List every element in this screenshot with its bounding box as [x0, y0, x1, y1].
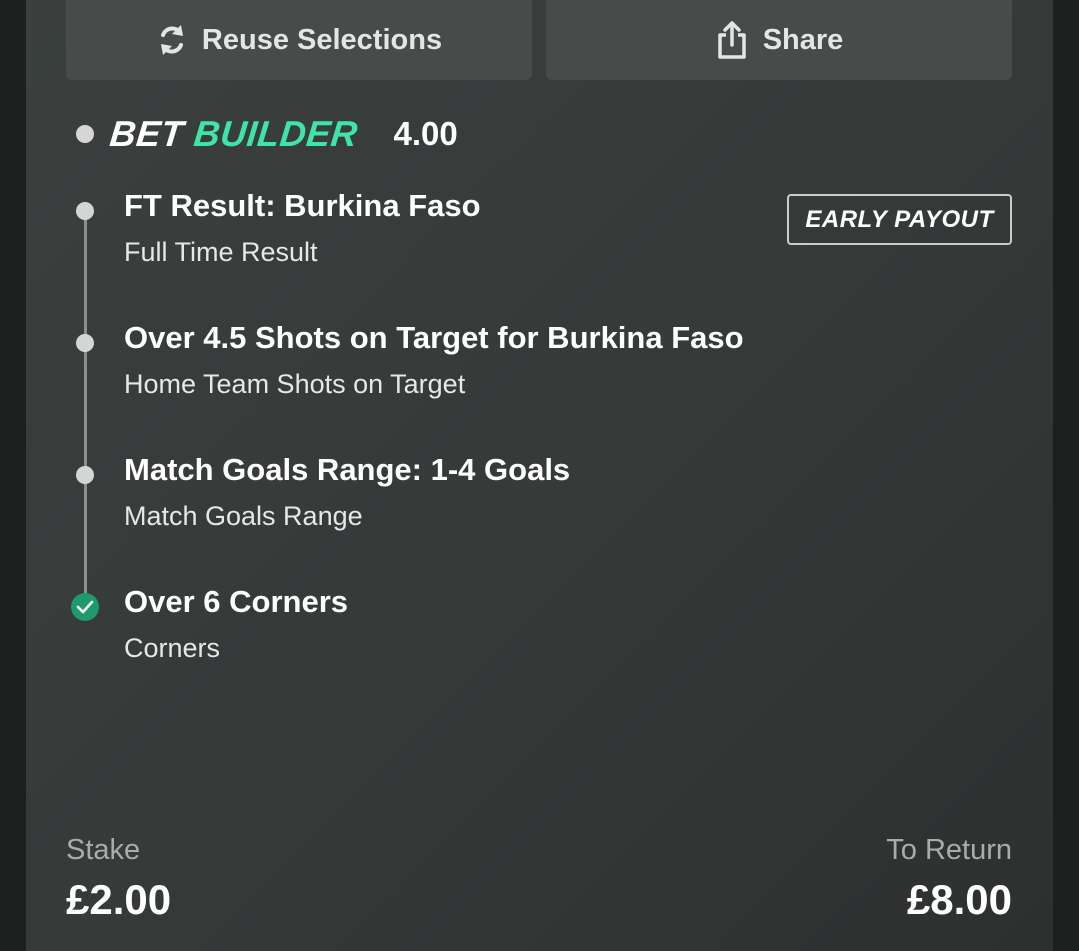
- selection-item: FT Result: Burkina Faso Full Time Result: [124, 188, 481, 268]
- selection-item: Match Goals Range: 1-4 Goals Match Goals…: [124, 452, 570, 532]
- reuse-selections-label: Reuse Selections: [201, 23, 443, 56]
- selection-dot-icon: [76, 202, 94, 220]
- selection-market: Match Goals Range: [124, 501, 363, 531]
- selection-title: FT Result: Burkina Faso: [124, 188, 481, 223]
- check-icon: [71, 593, 99, 621]
- brand-bet-text: BET: [107, 113, 186, 154]
- stake-value: £2.00: [66, 876, 172, 923]
- selection-title: Over 6 Corners: [124, 584, 348, 619]
- share-icon: [717, 21, 746, 59]
- selection-market: Home Team Shots on Target: [124, 369, 466, 399]
- bet-card: Reuse Selections Share BET BUILDER 4.00 …: [26, 0, 1053, 951]
- to-return-label: To Return: [886, 834, 1012, 866]
- header-dot-icon: [76, 125, 94, 143]
- selection-item: Over 6 Corners Corners: [124, 584, 348, 664]
- selection-item: Over 4.5 Shots on Target for Burkina Fas…: [124, 320, 744, 400]
- reuse-selections-button[interactable]: Reuse Selections: [66, 0, 532, 80]
- share-button[interactable]: Share: [546, 0, 1012, 80]
- refresh-icon: [160, 25, 183, 55]
- selection-dot-icon: [76, 334, 94, 352]
- bet-header: BET BUILDER 4.00: [76, 112, 458, 156]
- brand-builder-text: BUILDER: [191, 113, 360, 154]
- selection-timeline: [84, 210, 87, 606]
- bet-builder-logo: BET BUILDER: [108, 113, 360, 155]
- share-label: Share: [762, 23, 844, 56]
- selection-dot-icon: [76, 466, 94, 484]
- stake-label: Stake: [66, 834, 141, 866]
- selection-market: Corners: [124, 633, 221, 663]
- bet-odds: 4.00: [393, 115, 458, 152]
- selection-title: Over 4.5 Shots on Target for Burkina Fas…: [124, 320, 744, 355]
- selection-title: Match Goals Range: 1-4 Goals: [124, 452, 571, 487]
- selection-market: Full Time Result: [124, 237, 318, 267]
- to-return-value: £8.00: [906, 876, 1012, 923]
- early-payout-badge: EARLY PAYOUT: [787, 194, 1012, 245]
